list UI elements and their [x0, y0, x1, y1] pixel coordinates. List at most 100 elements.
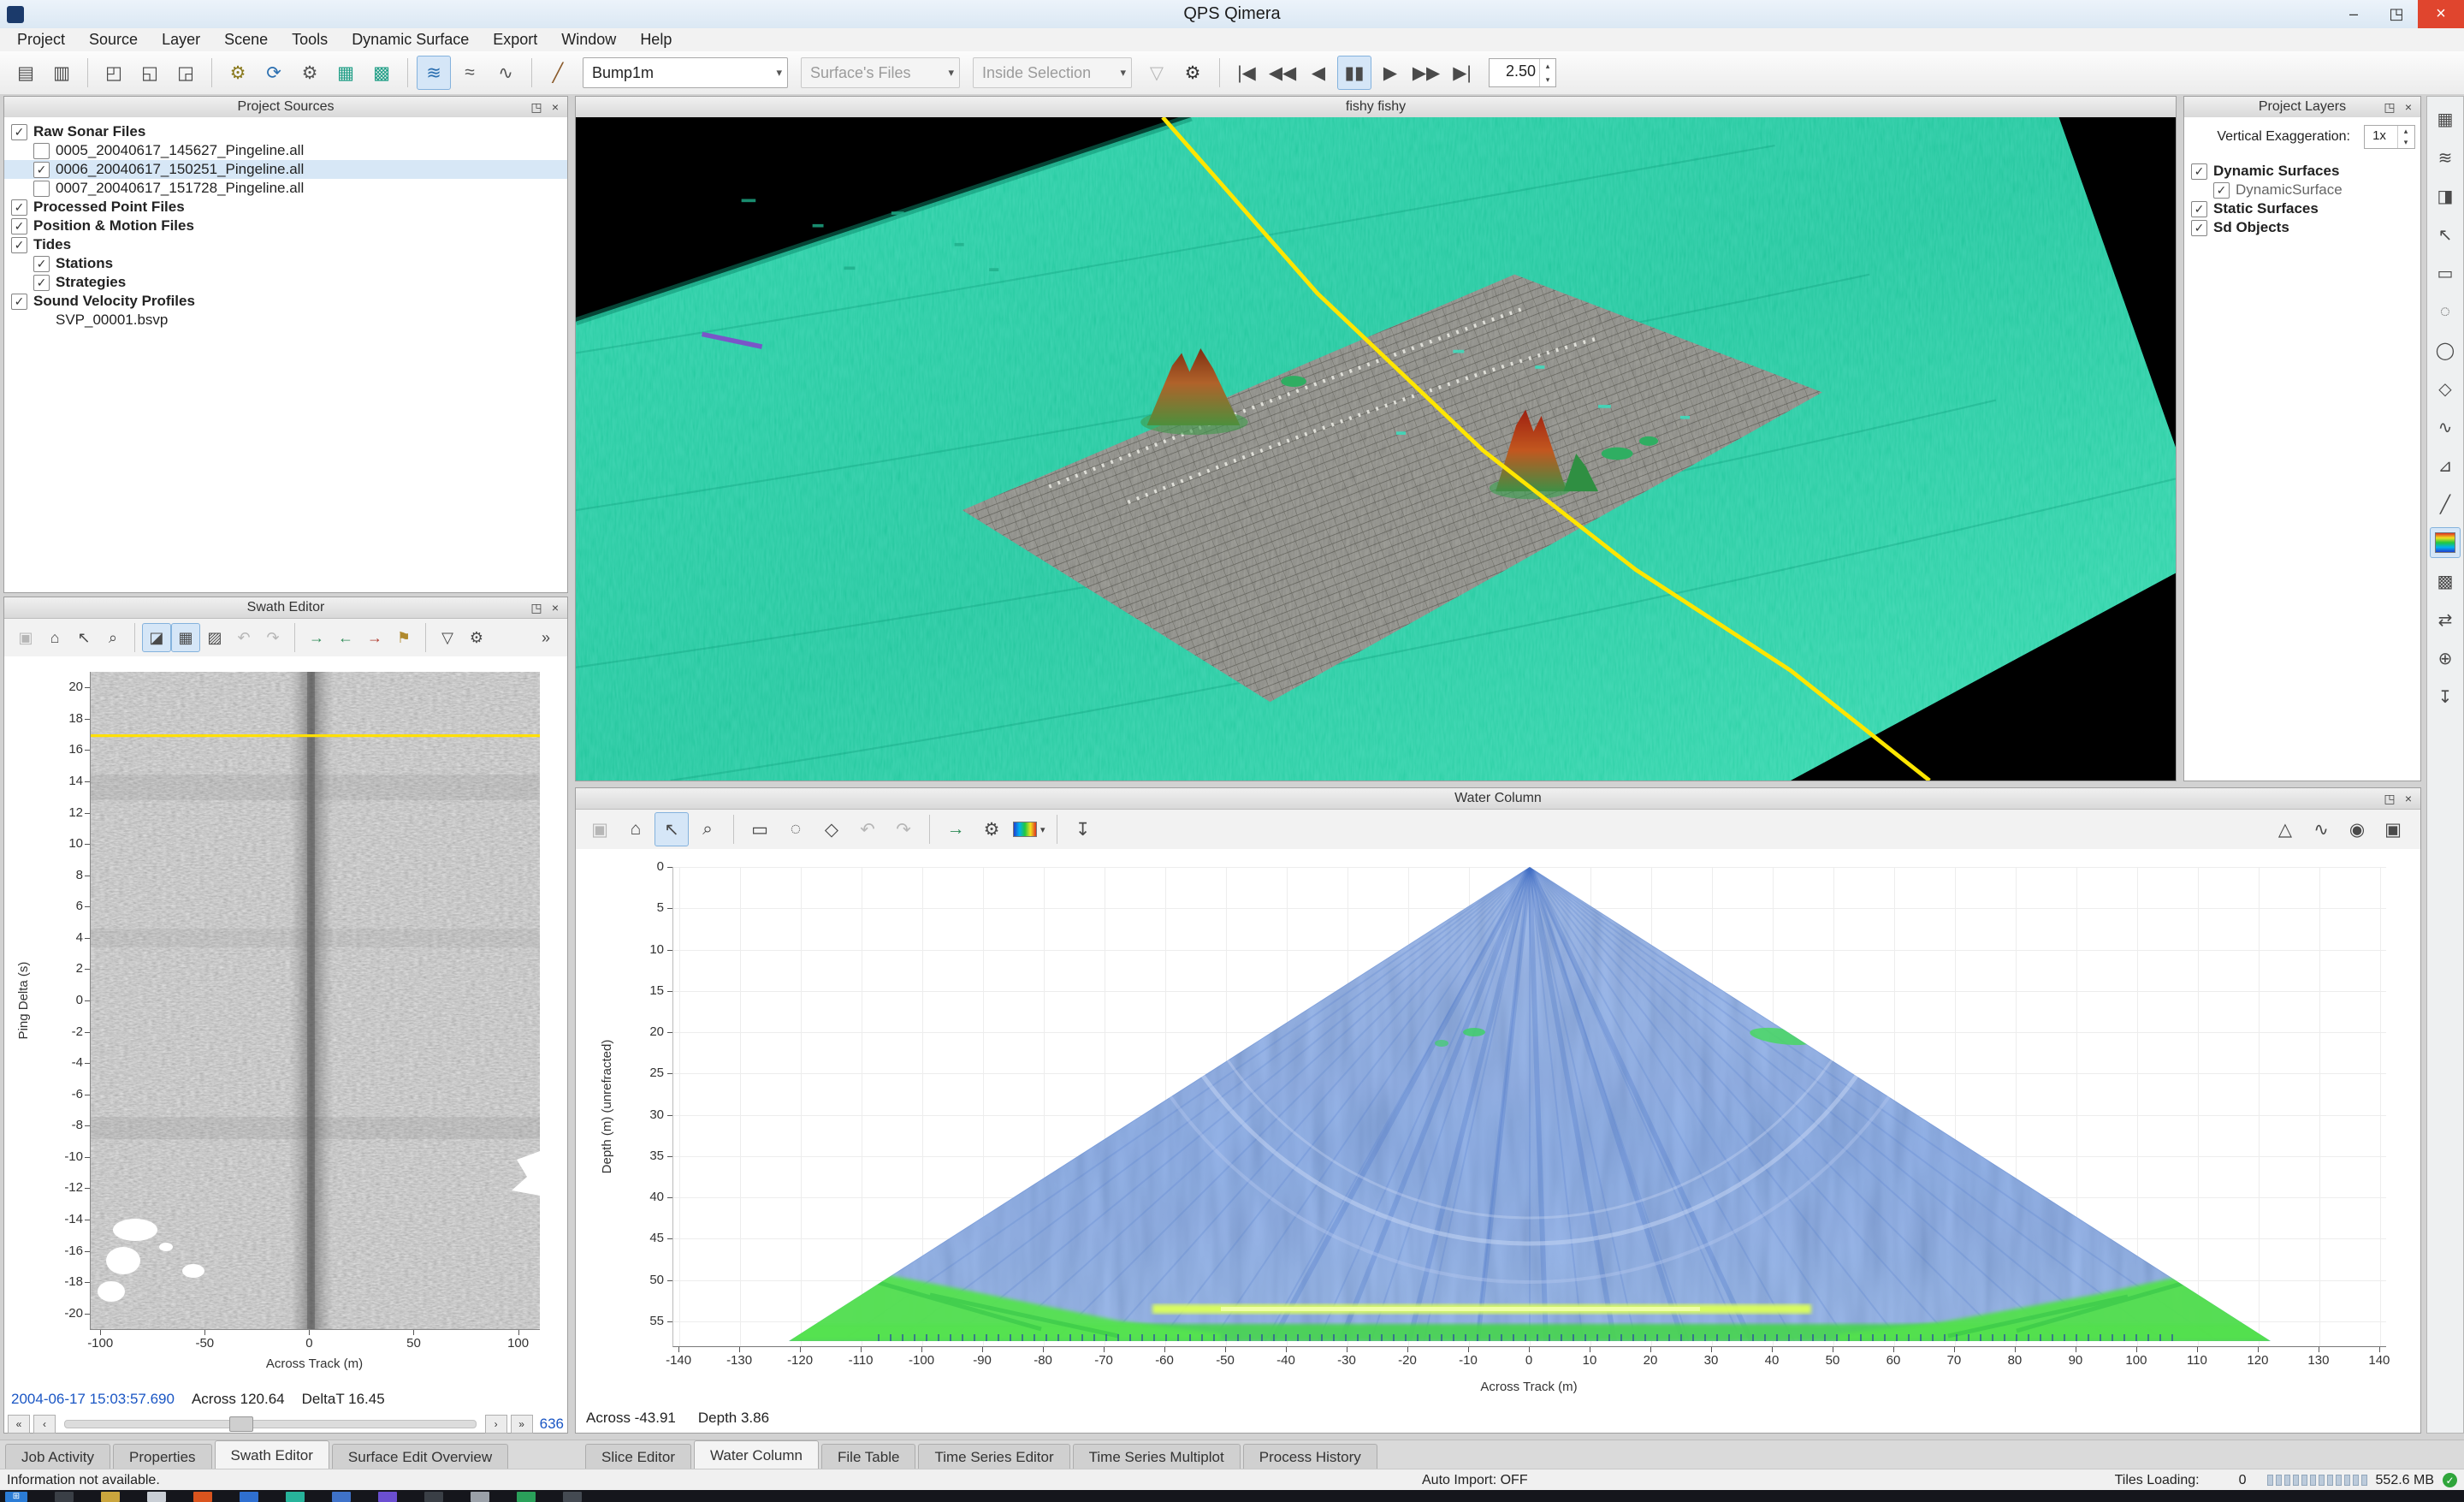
- taskbar-app-12[interactable]: [563, 1492, 582, 1502]
- tree-item-static-surfaces[interactable]: ✓Static Surfaces: [2184, 199, 2420, 218]
- open-project-icon[interactable]: ▥: [44, 56, 79, 90]
- pause-button[interactable]: ▮▮: [1337, 56, 1371, 90]
- float-panel-icon[interactable]: ◳: [528, 600, 545, 615]
- dynamic-surface-icon[interactable]: ▦: [329, 56, 363, 90]
- tab-properties[interactable]: Properties: [113, 1444, 211, 1469]
- menu-project[interactable]: Project: [5, 29, 77, 50]
- tree-item-0005-20040617-145627-pingeline-all[interactable]: 0005_20040617_145627_Pingeline.all: [4, 141, 567, 160]
- swath-settings-icon[interactable]: ⚙: [462, 623, 491, 652]
- processing-settings-icon[interactable]: ⚙: [1176, 56, 1210, 90]
- water-column-fan-plot[interactable]: [672, 867, 2386, 1347]
- overflow-icon[interactable]: »: [531, 623, 560, 652]
- reprocess-icon[interactable]: ⟳: [257, 56, 291, 90]
- accept-forward-icon[interactable]: →: [302, 623, 331, 652]
- tab-slice-editor[interactable]: Slice Editor: [585, 1444, 691, 1469]
- tab-water-column[interactable]: Water Column: [694, 1440, 819, 1469]
- pointer-tool-icon[interactable]: ↖: [2430, 219, 2461, 250]
- taskbar-app-5[interactable]: [240, 1492, 258, 1502]
- tab-process-history[interactable]: Process History: [1243, 1444, 1377, 1469]
- preprocess-icon[interactable]: ⚙: [221, 56, 255, 90]
- close-button[interactable]: ×: [2418, 0, 2464, 28]
- add-raw-sonar-icon[interactable]: ◰: [97, 56, 131, 90]
- playback-speed-spinner[interactable]: 2.50 ▴ ▾: [1489, 58, 1556, 87]
- panel-title-bar[interactable]: Project Layers ◳×: [2184, 97, 2420, 118]
- spin-up-icon[interactable]: ▴: [1540, 59, 1555, 73]
- panel-title-bar[interactable]: Swath Editor ◳×: [4, 597, 567, 619]
- home-view-icon[interactable]: ⌂: [40, 623, 69, 652]
- taskbar-app-3[interactable]: [147, 1492, 166, 1502]
- pointer-tool-icon[interactable]: ↖: [69, 623, 98, 652]
- select-polygon-icon[interactable]: ◇: [2430, 373, 2461, 404]
- checkbox[interactable]: ✓: [11, 237, 27, 253]
- tree-item-sound-velocity-profiles[interactable]: ✓Sound Velocity Profiles: [4, 292, 567, 311]
- menu-source[interactable]: Source: [77, 29, 150, 50]
- taskbar-app-1[interactable]: [55, 1492, 74, 1502]
- checkbox[interactable]: ✓: [11, 199, 27, 216]
- show-swath-toggle-icon[interactable]: ≋: [417, 56, 451, 90]
- panel-title-bar[interactable]: Water Column ◳×: [576, 788, 2420, 810]
- select-lasso-icon[interactable]: ◌: [779, 812, 813, 846]
- select-lasso-icon[interactable]: ◌: [2430, 296, 2461, 327]
- start-button[interactable]: ⊞: [5, 1492, 27, 1502]
- menu-tools[interactable]: Tools: [280, 29, 340, 50]
- scene-3d-viewport[interactable]: [576, 117, 2176, 781]
- tree-item-position-motion-files[interactable]: ✓Position & Motion Files: [4, 217, 567, 235]
- ping-filter-icon[interactable]: ▽: [433, 623, 462, 652]
- tree-item-dynamic-surfaces[interactable]: ✓Dynamic Surfaces: [2184, 162, 2420, 181]
- tree-item-0006-20040617-150251-pingeline-all[interactable]: ✓0006_20040617_150251_Pingeline.all: [4, 160, 567, 179]
- stacked-view-icon[interactable]: △: [2268, 812, 2302, 846]
- zoom-tool-icon[interactable]: ⌕: [690, 812, 725, 846]
- layout-grid-icon[interactable]: ▦: [2430, 104, 2461, 134]
- tab-swath-editor[interactable]: Swath Editor: [215, 1440, 329, 1469]
- taskbar-app-6[interactable]: [286, 1492, 305, 1502]
- menu-dynamic-surface[interactable]: Dynamic Surface: [340, 29, 481, 50]
- skip-last-button[interactable]: ▶|: [1445, 56, 1479, 90]
- close-panel-icon[interactable]: ×: [2400, 99, 2417, 115]
- checkbox[interactable]: [33, 181, 50, 197]
- show-slice-toggle-icon[interactable]: ≈: [453, 56, 487, 90]
- select-rect-icon[interactable]: ▭: [743, 812, 777, 846]
- tab-job-activity[interactable]: Job Activity: [5, 1444, 110, 1469]
- close-panel-icon[interactable]: ×: [547, 99, 564, 115]
- brush-tool-icon[interactable]: ▨: [200, 623, 229, 652]
- panel-title-bar[interactable]: fishy fishy: [576, 97, 2176, 118]
- show-points-toggle-icon[interactable]: ∿: [489, 56, 523, 90]
- ping-slider[interactable]: [64, 1420, 477, 1428]
- add-processed-points-icon[interactable]: ◱: [133, 56, 167, 90]
- taskbar-app-10[interactable]: [471, 1492, 489, 1502]
- last-ping-button[interactable]: »: [511, 1415, 533, 1434]
- accept-tool-icon[interactable]: ▦: [171, 623, 200, 652]
- capture-icon[interactable]: ▣: [2376, 812, 2410, 846]
- tab-file-table[interactable]: File Table: [821, 1444, 915, 1469]
- colormap-select[interactable]: ▾: [1010, 812, 1048, 846]
- static-surface-icon[interactable]: ▩: [364, 56, 399, 90]
- menu-export[interactable]: Export: [481, 29, 549, 50]
- tree-item-0007-20040617-151728-pingeline-all[interactable]: 0007_20040617_151728_Pingeline.all: [4, 179, 567, 198]
- select-rect-icon[interactable]: ▭: [2430, 258, 2461, 288]
- taskbar-app-4[interactable]: [193, 1492, 212, 1502]
- float-panel-icon[interactable]: ◳: [2381, 99, 2398, 115]
- tree-item-stations[interactable]: ✓Stations: [4, 254, 567, 273]
- tab-time-series-editor[interactable]: Time Series Editor: [918, 1444, 1069, 1469]
- tree-item-tides[interactable]: ✓Tides: [4, 235, 567, 254]
- tree-item-svp-00001-bsvp[interactable]: SVP_00001.bsvp: [4, 311, 567, 329]
- next-ping-button[interactable]: ›: [485, 1415, 507, 1434]
- reject-forward-icon[interactable]: →: [360, 623, 389, 652]
- tree-item-sd-objects[interactable]: ✓Sd Objects: [2184, 218, 2420, 237]
- edit-profile-icon[interactable]: ╱: [541, 56, 575, 90]
- step-back-button[interactable]: ◀: [1301, 56, 1336, 90]
- checkbox[interactable]: ✓: [11, 294, 27, 310]
- checkbox[interactable]: [33, 143, 50, 159]
- taskbar-app-7[interactable]: [332, 1492, 351, 1502]
- profile-tool-icon[interactable]: ∿: [2430, 412, 2461, 442]
- taskbar-app-9[interactable]: [424, 1492, 443, 1502]
- auto-process-icon[interactable]: ⚙: [293, 56, 327, 90]
- home-view-icon[interactable]: ⌂: [619, 812, 653, 846]
- checkbox[interactable]: ✓: [33, 256, 50, 272]
- taskbar-app-11[interactable]: [517, 1492, 536, 1502]
- colormap-tool-icon[interactable]: [2430, 527, 2461, 558]
- tree-item-dynamicsurface[interactable]: ✓DynamicSurface: [2184, 181, 2420, 199]
- skip-first-button[interactable]: |◀: [1229, 56, 1264, 90]
- export-view-icon[interactable]: ↧: [2430, 681, 2461, 712]
- rewind-button[interactable]: ◀◀: [1265, 56, 1300, 90]
